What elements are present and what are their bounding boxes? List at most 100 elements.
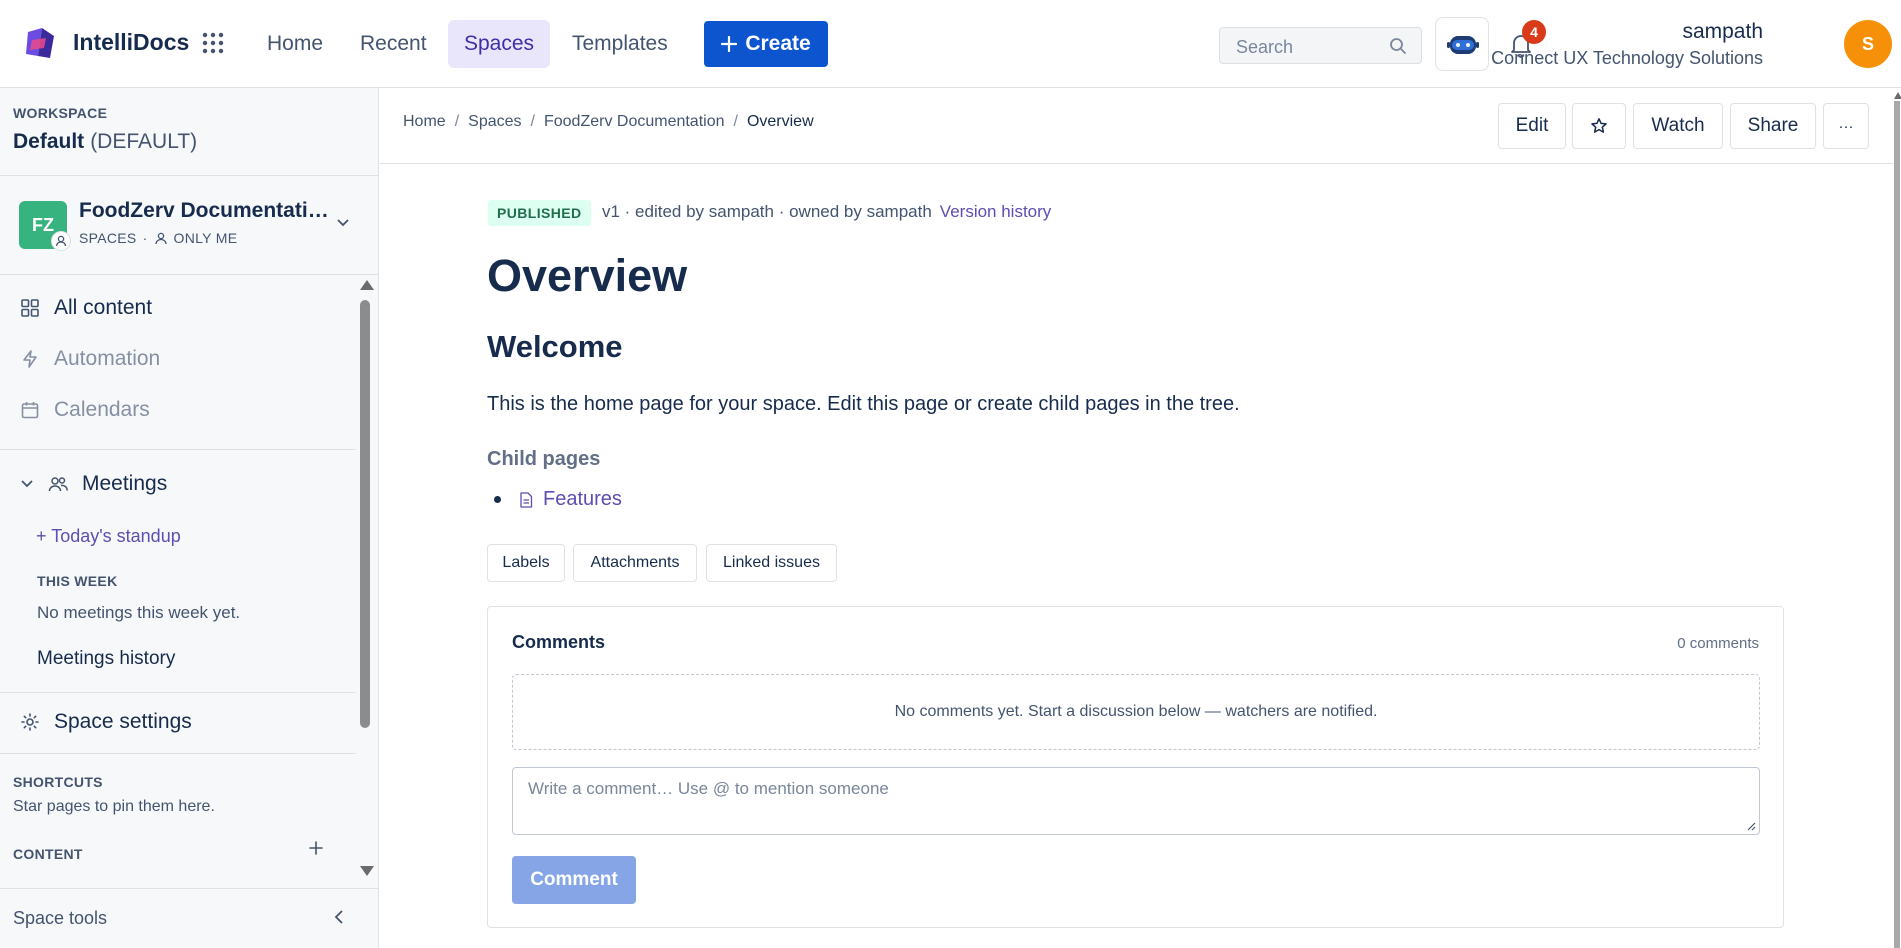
section-heading: Welcome — [487, 329, 623, 364]
scroll-down-arrow-icon[interactable] — [360, 866, 374, 876]
sidebar-item-label: Space settings — [54, 710, 192, 733]
nav-home[interactable]: Home — [251, 20, 339, 68]
apps-grid-icon[interactable] — [202, 32, 224, 54]
shortcuts-hint: Star pages to pin them here. — [13, 798, 215, 815]
space-visibility: ONLY ME — [173, 230, 238, 246]
child-pages-heading: Child pages — [487, 448, 601, 470]
ai-assistant-button[interactable] — [1435, 17, 1489, 71]
search-placeholder: Search — [1236, 37, 1294, 57]
nav-recent[interactable]: Recent — [344, 20, 443, 68]
child-page-title: Features — [543, 488, 622, 510]
comments-count: 0 comments — [1677, 635, 1759, 652]
space-type: SPACES — [79, 230, 137, 246]
space-tools-label: Space tools — [13, 908, 108, 928]
space-tools-bar[interactable]: Space tools — [0, 888, 378, 948]
page-scroll-up-arrow-icon[interactable] — [1894, 92, 1901, 99]
grid-icon — [21, 299, 39, 317]
comment-textarea[interactable]: Write a comment… Use @ to mention someon… — [512, 767, 1760, 835]
header-divider — [380, 163, 1893, 164]
chevron-down-icon[interactable] — [20, 479, 34, 489]
sidebar-scrollbar[interactable] — [358, 278, 374, 876]
child-page-link[interactable]: Features — [494, 488, 622, 511]
comment-submit-button[interactable]: Comment — [512, 856, 636, 904]
share-button[interactable]: Share — [1730, 103, 1816, 149]
nav-spaces[interactable]: Spaces — [448, 20, 551, 68]
breadcrumb: Home / Spaces / FoodZerv Documentation /… — [403, 113, 814, 131]
space-owner-badge — [51, 231, 71, 251]
nav-templates[interactable]: Templates — [556, 20, 684, 68]
top-bar: IntelliDocs Home Recent Spaces Templates… — [0, 0, 1901, 88]
sidebar-item-automation[interactable]: Automation — [20, 347, 160, 371]
divider — [0, 175, 378, 176]
person-icon — [55, 235, 67, 247]
sidebar-item-all-content[interactable]: All content — [20, 296, 152, 320]
version-history-link[interactable]: Version history — [940, 202, 1052, 221]
page-scrollbar[interactable] — [1894, 101, 1900, 948]
page-meta-text: v1 · edited by sampath · owned by sampat… — [602, 202, 932, 221]
plus-icon — [721, 36, 738, 52]
todays-standup-link[interactable]: + Today's standup — [36, 526, 181, 547]
more-actions-button[interactable]: ··· — [1823, 103, 1869, 149]
intellidocs-logo-icon[interactable] — [24, 26, 56, 60]
divider — [0, 692, 356, 693]
breadcrumb-separator: / — [733, 113, 738, 130]
robot-icon — [1447, 36, 1479, 54]
divider — [0, 449, 356, 450]
notification-count-badge: 4 — [1522, 20, 1546, 44]
comments-panel: Comments 0 comments No comments yet. Sta… — [487, 606, 1784, 928]
bullet — [494, 496, 501, 503]
resize-handle-icon[interactable] — [1746, 821, 1756, 831]
people-icon — [48, 477, 68, 492]
labels-button[interactable]: Labels — [487, 544, 565, 582]
workspace-default-tag: (DEFAULT) — [90, 130, 198, 153]
breadcrumb-separator: / — [454, 113, 460, 130]
this-week-label: THIS WEEK — [37, 573, 118, 589]
workspace-selector[interactable]: Default (DEFAULT) — [13, 130, 197, 154]
search-input[interactable]: Search — [1219, 27, 1422, 64]
main-content: Home / Spaces / FoodZerv Documentation /… — [380, 88, 1893, 948]
breadcrumb-space[interactable]: FoodZerv Documentation — [544, 113, 725, 131]
star-button[interactable] — [1572, 103, 1626, 149]
sidebar-item-meetings[interactable]: Meetings — [20, 472, 167, 496]
create-button[interactable]: Create — [704, 21, 828, 67]
scroll-up-arrow-icon[interactable] — [360, 280, 374, 290]
collapse-sidebar-icon[interactable] — [333, 909, 345, 925]
sidebar-item-label: Automation — [54, 347, 161, 370]
content-section-label: CONTENT — [13, 846, 83, 862]
divider — [0, 274, 378, 275]
attachments-button[interactable]: Attachments — [573, 544, 697, 582]
shortcuts-label: SHORTCUTS — [13, 774, 103, 790]
linked-issues-button[interactable]: Linked issues — [706, 544, 837, 582]
sidebar-item-label: All content — [54, 296, 153, 319]
meta-separator: · — [142, 230, 148, 246]
sidebar-scroll-thumb[interactable] — [360, 300, 370, 728]
create-label: Create — [745, 32, 811, 55]
watch-button[interactable]: Watch — [1633, 103, 1723, 149]
edit-button[interactable]: Edit — [1498, 103, 1566, 149]
breadcrumb-spaces[interactable]: Spaces — [468, 113, 521, 131]
user-name[interactable]: sampath — [1682, 20, 1763, 44]
person-icon — [154, 232, 167, 245]
user-avatar[interactable]: S — [1844, 20, 1892, 68]
chevron-down-icon[interactable] — [336, 218, 350, 228]
space-name[interactable]: FoodZerv Documentation — [79, 199, 329, 223]
comment-placeholder: Write a comment… Use @ to mention someon… — [528, 779, 889, 798]
breadcrumb-current: Overview — [746, 113, 814, 130]
brand-name[interactable]: IntelliDocs — [73, 29, 189, 56]
no-comments-note: No comments yet. Start a discussion belo… — [512, 674, 1760, 750]
calendar-icon — [21, 402, 39, 419]
meetings-history-link[interactable]: Meetings history — [37, 648, 175, 670]
breadcrumb-home[interactable]: Home — [403, 113, 446, 131]
body-paragraph: This is the home page for your space. Ed… — [487, 393, 1240, 415]
document-icon — [520, 491, 533, 508]
page-title: Overview — [487, 250, 688, 301]
search-icon — [1390, 38, 1406, 54]
add-content-icon[interactable] — [308, 840, 324, 856]
breadcrumb-separator: / — [530, 113, 535, 130]
sidebar-item-calendars[interactable]: Calendars — [20, 398, 150, 422]
status-badge: PUBLISHED — [488, 200, 591, 226]
workspace-label: WORKSPACE — [13, 105, 108, 121]
sidebar-item-space-settings[interactable]: Space settings — [20, 710, 192, 734]
divider — [0, 753, 356, 754]
comments-title: Comments — [512, 632, 606, 652]
